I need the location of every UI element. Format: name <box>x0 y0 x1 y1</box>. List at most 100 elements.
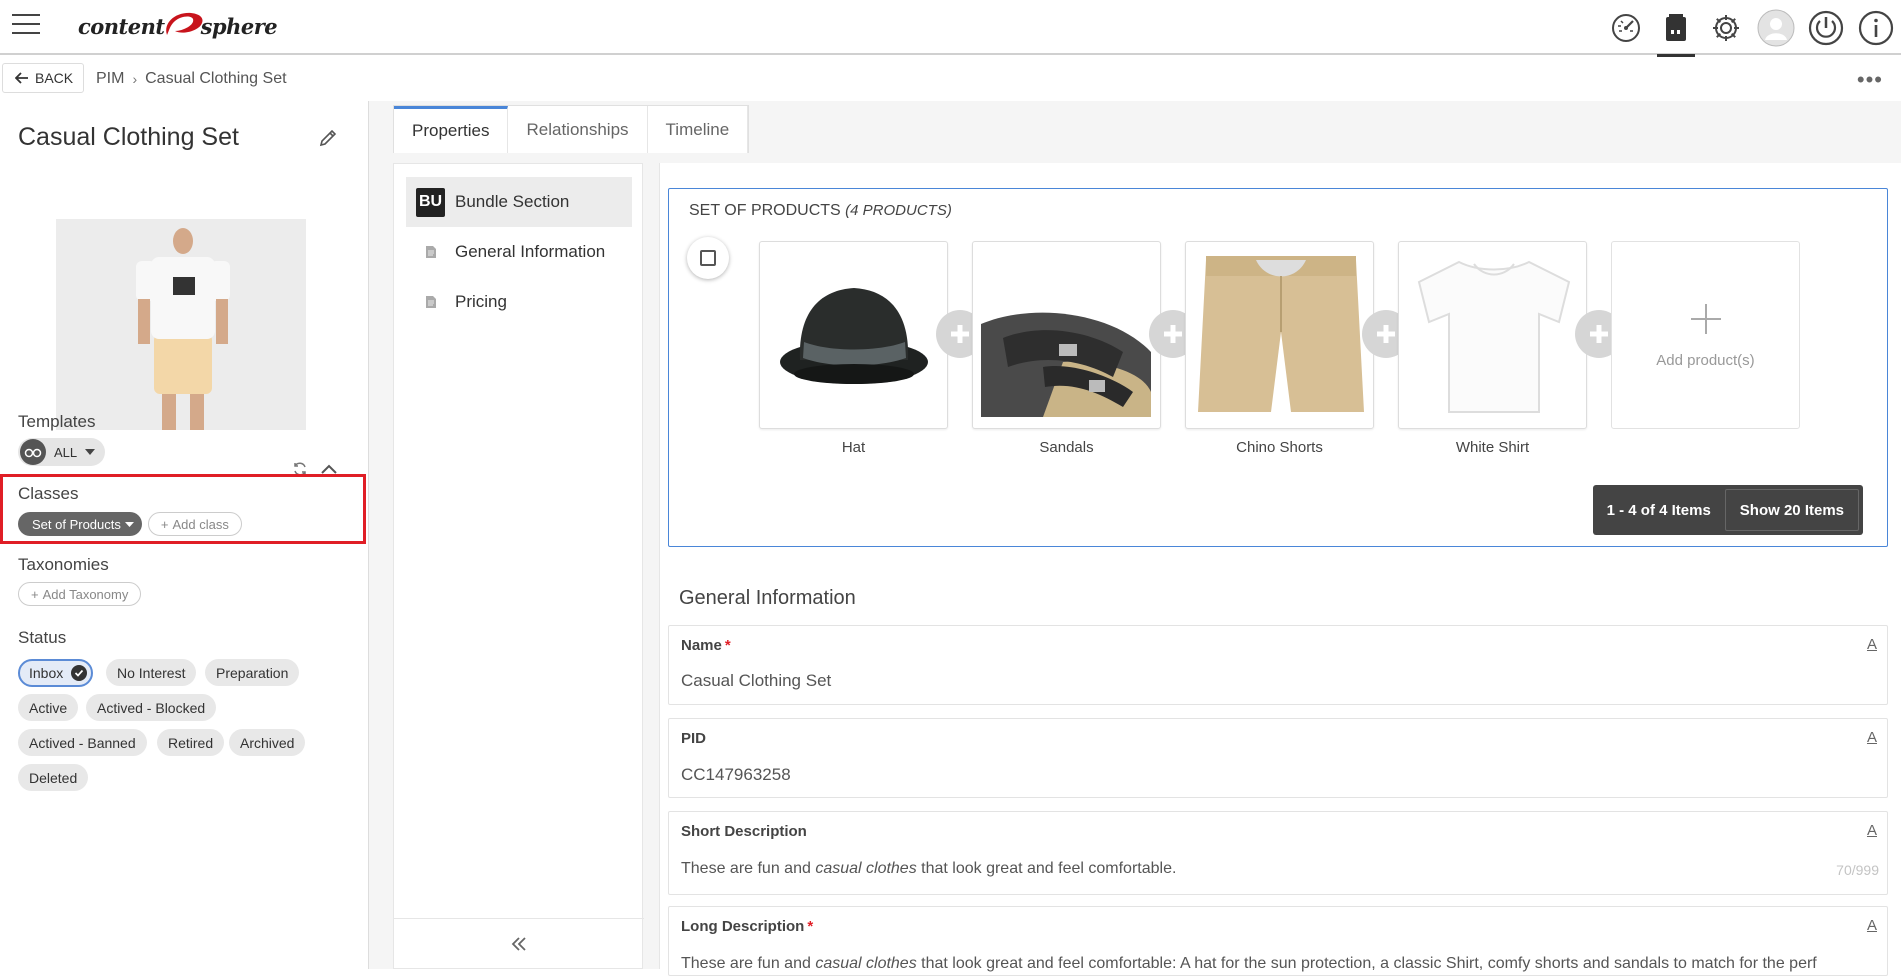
field-label: Long Description * <box>681 918 813 935</box>
add-taxonomy-button[interactable]: + Add Taxonomy <box>18 582 142 606</box>
product-card-hat[interactable] <box>759 241 948 429</box>
bundle-heading: SET OF PRODUCTS (4 PRODUCTS) <box>689 202 952 220</box>
localize-icon[interactable]: A <box>1867 729 1877 746</box>
status-chip-inbox[interactable]: Inbox <box>18 659 94 687</box>
arrow-left-icon <box>15 72 28 84</box>
field-label: Name * <box>681 637 731 654</box>
show-items-button[interactable]: Show 20 Items <box>1724 489 1859 531</box>
logo-text-left: content <box>78 13 165 39</box>
product-image[interactable] <box>56 219 306 430</box>
caret-down-icon <box>124 521 134 527</box>
sub-bar: BACK PIM › Casual Clothing Set ••• <box>0 57 1901 101</box>
product-title: Casual Clothing Set <box>18 123 239 151</box>
edit-pencil-icon[interactable] <box>318 128 338 148</box>
status-chip-no-interest[interactable]: No Interest <box>106 659 197 686</box>
top-bar: content sphere <box>0 0 1901 57</box>
short-description-value[interactable]: These are fun and casual clothes that lo… <box>681 860 1176 878</box>
product-card-sandals[interactable] <box>972 241 1161 429</box>
back-button-label: BACK <box>35 70 74 86</box>
info-icon[interactable] <box>1851 0 1901 55</box>
chevron-right-icon: › <box>132 71 138 87</box>
product-icon[interactable] <box>1651 0 1701 57</box>
long-description-value[interactable]: These are fun and casual clothes that lo… <box>681 955 1817 973</box>
document-icon <box>416 296 445 308</box>
back-button[interactable]: BACK <box>2 63 85 93</box>
status-chip-actived-blocked[interactable]: Actived - Blocked <box>86 694 217 721</box>
plus-icon <box>1377 325 1395 343</box>
pagination: 1 - 4 of 4 Items Show 20 Items <box>1592 485 1863 535</box>
add-class-button[interactable]: + Add class <box>147 512 242 536</box>
hamburger-menu-icon[interactable] <box>12 14 40 36</box>
name-field[interactable]: Name * Casual Clothing Set A <box>668 625 1888 705</box>
templates-chip-label: ALL <box>54 444 78 460</box>
tab-timeline[interactable]: Timeline <box>647 106 749 153</box>
section-nav: BU Bundle Section General Information Pr… <box>393 163 644 969</box>
bundle-heading-text: SET OF PRODUCTS <box>689 202 841 219</box>
breadcrumb-pim[interactable]: PIM <box>96 70 124 88</box>
select-all-checkbox[interactable] <box>687 237 729 279</box>
dashboard-icon[interactable] <box>1601 0 1651 55</box>
status-chip-label: Deleted <box>29 769 78 786</box>
breadcrumb: PIM › Casual Clothing Set <box>96 70 287 88</box>
text-segment: These are fun and <box>681 955 816 972</box>
status-chip-preparation[interactable]: Preparation <box>205 659 300 686</box>
nav-item-bundle-section[interactable]: BU Bundle Section <box>406 177 632 227</box>
add-product-button[interactable]: Add product(s) <box>1611 241 1800 429</box>
status-chip-deleted[interactable]: Deleted <box>18 764 89 791</box>
status-chip-label: Preparation <box>216 664 289 681</box>
field-label-text: Name <box>681 637 722 654</box>
more-options-icon[interactable]: ••• <box>1857 67 1883 93</box>
product-card-chino-shorts[interactable] <box>1185 241 1374 429</box>
templates-dropdown[interactable]: ALL <box>18 438 106 466</box>
text-emphasis: casual clothes <box>815 955 917 972</box>
tab-bar: Properties Relationships Timeline <box>393 105 750 153</box>
tab-properties[interactable]: Properties <box>394 106 509 153</box>
product-label: Hat <box>841 439 866 456</box>
section-badge: BU <box>416 187 445 217</box>
localize-icon[interactable]: A <box>1867 917 1877 934</box>
nav-item-label: General Information <box>455 242 606 261</box>
general-info-title: General Information <box>679 587 856 609</box>
add-product-label: Add product(s) <box>1656 351 1755 369</box>
nav-item-pricing[interactable]: Pricing <box>406 277 632 327</box>
plus-icon <box>1590 325 1608 343</box>
app-logo[interactable]: content sphere <box>78 6 278 46</box>
required-asterisk: * <box>807 918 814 935</box>
status-chip-retired[interactable]: Retired <box>157 729 225 756</box>
status-chip-label: Inbox <box>29 665 64 681</box>
nav-item-label: Pricing <box>455 292 507 311</box>
nav-item-general-information[interactable]: General Information <box>406 227 632 277</box>
nav-item-label: Bundle Section <box>455 192 570 211</box>
add-class-label: Add class <box>172 516 229 532</box>
localize-icon[interactable]: A <box>1867 636 1877 653</box>
tab-relationships[interactable]: Relationships <box>508 106 648 153</box>
status-chip-label: Actived - Blocked <box>97 699 206 716</box>
text-segment: that look great and feel comfortable: A … <box>916 955 1817 972</box>
required-asterisk: * <box>724 637 731 654</box>
power-icon[interactable] <box>1801 0 1851 55</box>
status-chip-actived-banned[interactable]: Actived - Banned <box>18 729 147 756</box>
collapse-nav-button[interactable] <box>394 918 644 968</box>
document-icon <box>416 246 445 258</box>
class-chip[interactable]: Set of Products <box>18 512 142 536</box>
status-chip-label: Active <box>29 699 68 716</box>
settings-icon[interactable] <box>1701 0 1751 55</box>
user-avatar-icon[interactable] <box>1751 0 1801 55</box>
bundle-heading-count: (4 PRODUCTS) <box>845 202 952 219</box>
pid-field[interactable]: PID CC147963258 A <box>668 718 1888 798</box>
long-description-field[interactable]: Long Description * These are fun and casu… <box>668 906 1888 976</box>
name-value[interactable]: Casual Clothing Set <box>681 671 831 691</box>
product-label: Chino Shorts <box>1236 439 1323 456</box>
plus-icon <box>1690 303 1721 334</box>
localize-icon[interactable]: A <box>1867 822 1877 839</box>
logo-swoosh-icon <box>165 12 203 35</box>
short-description-field[interactable]: Short Description These are fun and casu… <box>668 811 1888 895</box>
caret-down-icon <box>85 449 96 455</box>
status-chip-active[interactable]: Active <box>18 694 79 721</box>
logo-text-right: sphere <box>200 13 278 39</box>
pid-value[interactable]: CC147963258 <box>681 765 791 785</box>
add-taxonomy-label: Add Taxonomy <box>42 586 129 602</box>
status-chip-archived[interactable]: Archived <box>229 729 306 756</box>
glasses-icon <box>20 439 46 465</box>
product-card-white-shirt[interactable] <box>1398 241 1587 429</box>
